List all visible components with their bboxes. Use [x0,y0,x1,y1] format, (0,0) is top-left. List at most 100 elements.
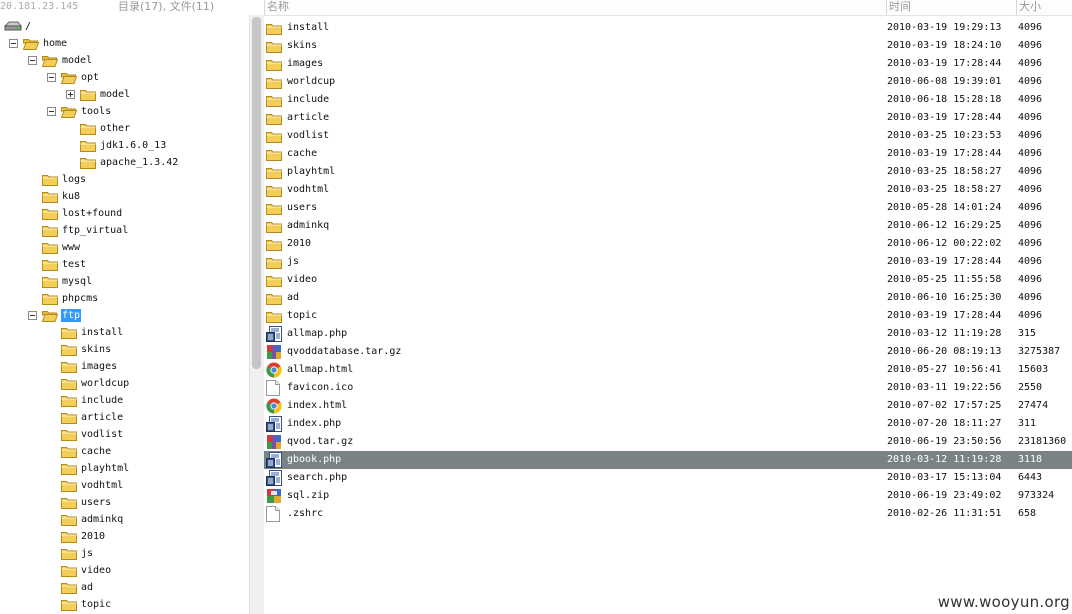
tree-node[interactable]: vodlist [0,426,249,443]
file-time: 2010-03-19 17:28:44 [887,256,1002,267]
collapse-toggle-icon[interactable] [47,73,56,82]
tree-node-label: ad [81,582,94,593]
tree-node[interactable]: worldcup [0,375,249,392]
tree-node[interactable]: / [0,18,249,35]
file-row[interactable]: video 2010-05-25 11:55:58 4096 [264,271,1072,289]
tree-node[interactable]: users [0,494,249,511]
file-row[interactable]: gbook.php 2010-03-12 11:19:28 3118 [264,451,1072,469]
file-time: 2010-06-19 23:49:02 [887,490,1002,501]
tree-node[interactable]: model [0,86,249,103]
file-row[interactable]: index.html 2010-07-02 17:57:25 27474 [264,397,1072,415]
tree-node[interactable]: logs [0,171,249,188]
column-header-size[interactable]: 大小 [1016,0,1072,15]
file-row[interactable]: ad 2010-06-10 16:25:30 4096 [264,289,1072,307]
collapse-toggle-icon[interactable] [47,107,56,116]
file-row[interactable]: topic 2010-03-19 17:28:44 4096 [264,307,1072,325]
tree-node-label: www [62,242,81,253]
file-name: users [287,202,318,213]
expand-toggle-icon[interactable] [66,90,75,99]
tree-node[interactable]: topic [0,596,249,613]
file-row[interactable]: playhtml 2010-03-25 18:58:27 4096 [264,163,1072,181]
tree-node[interactable]: mysql [0,273,249,290]
tree-node[interactable]: ku8 [0,188,249,205]
tree-node[interactable]: adminkq [0,511,249,528]
file-time: 2010-06-19 23:50:56 [887,436,1002,447]
tree-node[interactable]: install [0,324,249,341]
file-row[interactable]: images 2010-03-19 17:28:44 4096 [264,55,1072,73]
file-time: 2010-03-19 19:29:13 [887,22,1002,33]
tree-node[interactable]: model [0,52,249,69]
file-time: 2010-03-12 11:19:28 [887,328,1002,339]
tree-node[interactable]: test [0,256,249,273]
file-name: skins [287,40,318,51]
file-row[interactable]: users 2010-05-28 14:01:24 4096 [264,199,1072,217]
file-row[interactable]: index.php 2010-07-20 18:11:27 311 [264,415,1072,433]
file-row[interactable]: vodlist 2010-03-25 10:23:53 4096 [264,127,1072,145]
file-row[interactable]: vodhtml 2010-03-25 18:58:27 4096 [264,181,1072,199]
column-header-name[interactable]: 名称 [264,0,886,15]
file-row[interactable]: cache 2010-03-19 17:28:44 4096 [264,145,1072,163]
tree-node[interactable]: 2010 [0,528,249,545]
file-row[interactable]: allmap.html 2010-05-27 10:56:41 15603 [264,361,1072,379]
file-row[interactable]: qvoddatabase.tar.gz 2010-06-20 08:19:13 32… [264,343,1072,361]
tree-node-label: other [100,123,131,134]
tree-node[interactable]: vodhtml [0,477,249,494]
file-row[interactable]: worldcup 2010-06-08 19:39:01 4096 [264,73,1072,91]
collapse-toggle-icon[interactable] [28,311,37,320]
file-row[interactable]: qvod.tar.gz 2010-06-19 23:50:56 23181360 [264,433,1072,451]
file-size: 4096 [1018,256,1043,267]
file-row[interactable]: article 2010-03-19 17:28:44 4096 [264,109,1072,127]
file-row[interactable]: adminkq 2010-06-12 16:29:25 4096 [264,217,1072,235]
file-time: 2010-03-19 17:28:44 [887,58,1002,69]
file-row[interactable]: sql.zip 2010-06-19 23:49:02 973324 [264,487,1072,505]
tree-node[interactable]: images [0,358,249,375]
file-list: install 2010-03-19 19:29:13 4096 skins 2010-… [264,18,1072,528]
collapse-toggle-icon[interactable] [28,56,37,65]
file-name: adminkq [287,220,330,231]
column-header-time[interactable]: 时间 [886,0,1016,15]
file-name: vodlist [287,130,330,141]
tree-node[interactable]: lost+found [0,205,249,222]
tree-node[interactable]: video [0,562,249,579]
tree-scrollbar[interactable] [249,15,264,614]
tree-node-label: ftp_virtual [62,225,129,236]
tree-scrollbar-thumb[interactable] [252,17,261,369]
tree-node[interactable]: phpcms [0,290,249,307]
file-row[interactable]: install 2010-03-19 19:29:13 4096 [264,19,1072,37]
file-size: 4096 [1018,238,1043,249]
file-time: 2010-06-18 15:28:18 [887,94,1002,105]
tree-node-label: adminkq [81,514,124,525]
file-time: 2010-07-20 18:11:27 [887,418,1002,429]
tree-node[interactable]: opt [0,69,249,86]
file-row[interactable]: allmap.php 2010-03-12 11:19:28 315 [264,325,1072,343]
collapse-toggle-icon[interactable] [9,39,18,48]
tree-node-label: install [81,327,124,338]
tree-node[interactable]: skins [0,341,249,358]
file-name: index.php [287,418,342,429]
tree-node[interactable]: ftp_virtual [0,222,249,239]
tree-node[interactable]: cache [0,443,249,460]
file-row[interactable]: js 2010-03-19 17:28:44 4096 [264,253,1072,271]
file-row[interactable]: 2010 2010-06-12 00:22:02 4096 [264,235,1072,253]
tree-node[interactable]: ad [0,579,249,596]
tree-node-label: cache [81,446,112,457]
tree-node[interactable]: other [0,120,249,137]
file-size: 3118 [1018,454,1043,465]
tree-node[interactable]: home [0,35,249,52]
file-row[interactable]: favicon.ico 2010-03-11 19:22:56 2550 [264,379,1072,397]
tree-node[interactable]: jdk1.6.0_13 [0,137,249,154]
tree-node[interactable]: js [0,545,249,562]
tree-node[interactable]: www [0,239,249,256]
tree-node[interactable]: apache_1.3.42 [0,154,249,171]
file-row[interactable]: .zshrc 2010-02-26 11:31:51 658 [264,505,1072,523]
file-time: 2010-06-12 16:29:25 [887,220,1002,231]
tree-node[interactable]: ftp [0,307,249,324]
file-row[interactable]: include 2010-06-18 15:28:18 4096 [264,91,1072,109]
tree-node[interactable]: article [0,409,249,426]
tree-node[interactable]: include [0,392,249,409]
tree-node[interactable]: tools [0,103,249,120]
file-row[interactable]: skins 2010-03-19 18:24:10 4096 [264,37,1072,55]
file-time: 2010-05-28 14:01:24 [887,202,1002,213]
tree-node[interactable]: playhtml [0,460,249,477]
file-row[interactable]: search.php 2010-03-17 15:13:04 6443 [264,469,1072,487]
